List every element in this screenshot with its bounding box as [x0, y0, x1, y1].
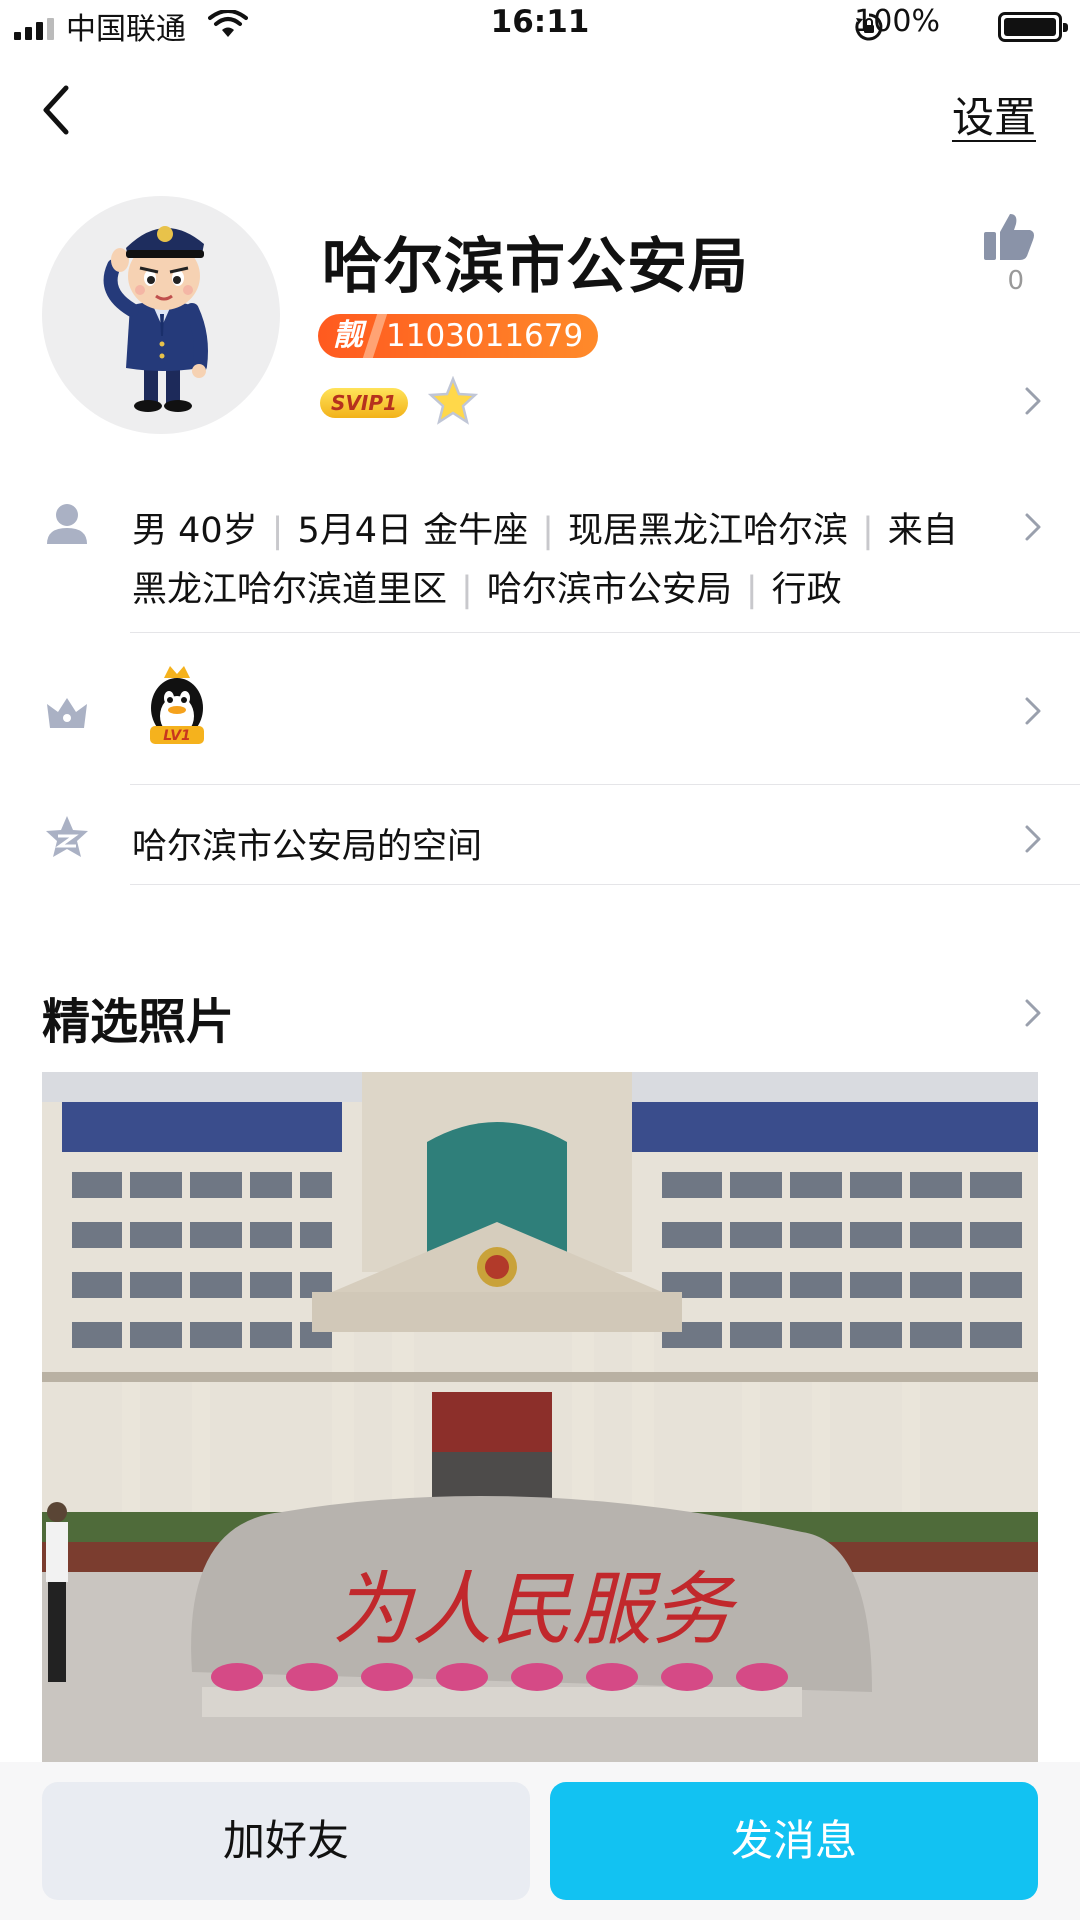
settings-link[interactable]: 设置	[952, 84, 1036, 145]
send-message-button[interactable]: 发消息	[550, 1782, 1038, 1900]
featured-photo[interactable]: 为人民服务	[42, 1072, 1038, 1762]
divider	[130, 632, 1080, 633]
avatar[interactable]	[42, 196, 280, 434]
chevron-right-icon[interactable]	[1022, 694, 1044, 728]
star-icon[interactable]	[428, 376, 478, 426]
add-friend-button[interactable]: 加好友	[42, 1782, 530, 1900]
qzone-star-icon	[46, 816, 88, 857]
divider	[130, 784, 1080, 785]
chevron-right-icon[interactable]	[1022, 384, 1044, 418]
info-company: 哈尔滨市公安局	[486, 570, 732, 610]
info-birthday: 5月4日 金牛座	[297, 511, 529, 551]
police-building-photo: 为人民服务	[42, 1072, 1038, 1762]
chevron-right-icon[interactable]	[1022, 996, 1044, 1030]
profile-info[interactable]: 男 40岁 | 5月4日 金牛座 | 现居黑龙江哈尔滨 | 来自黑龙江哈尔滨道里区 | 哈尔滨市…	[132, 502, 976, 620]
crown-icon	[47, 698, 87, 728]
back-button[interactable]	[38, 82, 78, 138]
svip-badge[interactable]: SVIP1	[320, 388, 408, 418]
person-icon	[47, 504, 87, 544]
profile-name: 哈尔滨市公安局	[322, 232, 749, 302]
featured-photos-title: 精选照片	[42, 994, 235, 1050]
status-bar: 中国联通 16:11 100%	[0, 0, 1080, 56]
divider	[130, 884, 1080, 885]
battery-percent: 100%	[854, 4, 940, 39]
qq-number: 1103011679	[386, 318, 584, 354]
qzone-link-label[interactable]: 哈尔滨市公安局的空间	[132, 818, 482, 869]
chevron-right-icon[interactable]	[1022, 822, 1044, 856]
like-count: 0	[1007, 266, 1024, 296]
chevron-right-icon[interactable]	[1022, 510, 1044, 544]
info-occupation: 行政	[771, 570, 842, 610]
battery-icon	[998, 12, 1068, 42]
bottom-action-bar: 加好友 发消息	[0, 1762, 1080, 1920]
info-gender-age: 男 40岁	[132, 511, 258, 551]
stone-inscription: 为人民服务	[332, 1563, 738, 1656]
qq-number-badge[interactable]: 靓 1103011679	[318, 314, 598, 358]
level-badge: LV1	[163, 728, 191, 744]
info-location: 现居黑龙江哈尔滨	[567, 511, 848, 551]
thumbs-up-icon[interactable]	[980, 208, 1036, 264]
police-cartoon-avatar	[103, 226, 208, 412]
qq-penguin-level-icon[interactable]: LV1	[142, 664, 212, 750]
